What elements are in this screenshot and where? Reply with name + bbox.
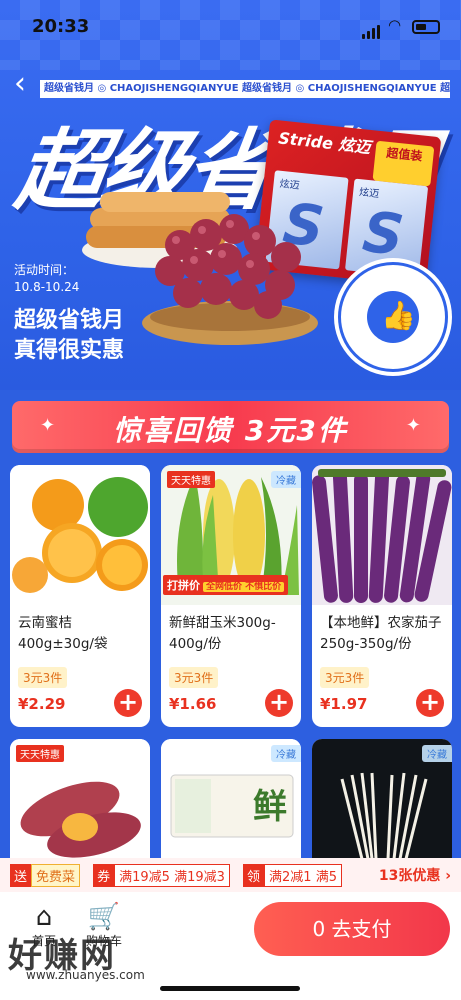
claim-chip: 领满2减1 满5 bbox=[243, 864, 342, 887]
product-card-tofu[interactable]: 冷藏 鲜 bbox=[161, 739, 301, 869]
wifi-icon: ◠ bbox=[388, 16, 402, 34]
product-image-corn: 天天特惠 冷藏 打拼价 全网低价 不惧比价 bbox=[161, 465, 301, 605]
chip-tag: 领 bbox=[243, 864, 265, 887]
product-name: 云南蜜桔400g±30g/袋 bbox=[18, 615, 108, 652]
gum-brand: Stride 炫迈 bbox=[277, 128, 372, 157]
splash-title: 打拼价 bbox=[167, 579, 200, 592]
activity-time: 活动时间： 10.8-10.24 bbox=[14, 262, 79, 296]
product-card-enoki[interactable]: 冷藏 bbox=[312, 739, 452, 869]
coupon-count[interactable]: 13张优惠 › bbox=[374, 865, 451, 885]
thumbs-up-icon: 👍 bbox=[381, 299, 416, 332]
gum-pack-label-left: 炫迈 bbox=[279, 178, 301, 192]
refrigerated-badge: 冷藏 bbox=[422, 745, 452, 762]
promo-badge: 3元3件 bbox=[320, 667, 370, 688]
refrigerated-badge: 冷藏 bbox=[271, 745, 301, 762]
chip-tag: 送 bbox=[10, 864, 32, 887]
product-image-enoki: 冷藏 bbox=[312, 739, 452, 869]
hero-banner: 超级省钱月 ◎ CHAOJISHENGQIANYUE 超级省钱月 ◎ CHAOJ… bbox=[0, 0, 461, 390]
promo-ribbon: ✦ 惊喜回馈 3元3件 ✦ bbox=[12, 401, 449, 453]
gum-pack-logo-right: S bbox=[359, 199, 407, 269]
thumbs-up-seal: 👍 bbox=[338, 262, 448, 372]
fresh-label: 鲜 bbox=[253, 787, 287, 827]
product-price: ¥1.66 bbox=[169, 695, 217, 713]
add-to-cart-button[interactable]: + bbox=[114, 689, 142, 717]
chip-value: 满19减5 满19减3 bbox=[114, 864, 230, 887]
slogan-line-1: 超级省钱月 bbox=[14, 308, 125, 333]
sparkle-icon: ✦ bbox=[405, 415, 421, 436]
status-bar: 20:33 ◠ bbox=[0, 0, 461, 48]
chip-value: 满2减1 满5 bbox=[264, 864, 342, 887]
product-card-sweet-potato[interactable]: 天天特惠 bbox=[10, 739, 150, 869]
hero-ticker: 超级省钱月 ◎ CHAOJISHENGQIANYUE 超级省钱月 ◎ CHAOJ… bbox=[40, 80, 450, 98]
gum-value-tag: 超值装 bbox=[372, 140, 435, 187]
watermark-url: www.zhuanyes.com bbox=[26, 968, 145, 982]
product-price: ¥1.97 bbox=[320, 695, 368, 713]
slogan-line-2: 真得很实惠 bbox=[14, 338, 125, 363]
hero-slogan: 超级省钱月 真得很实惠 bbox=[14, 306, 124, 366]
free-gift-chip: 送免费菜 bbox=[10, 864, 81, 887]
promo-price-splash: 打拼价 全网低价 不惧比价 bbox=[163, 575, 289, 595]
home-indicator bbox=[160, 986, 300, 991]
product-card-tangerine[interactable]: 云南蜜桔400g±30g/袋 3元3件 ¥2.29 + bbox=[10, 465, 150, 727]
daily-deal-badge: 天天特惠 bbox=[167, 471, 215, 488]
coupon-chip: 券满19减5 满19减3 bbox=[93, 864, 230, 887]
add-to-cart-button[interactable]: + bbox=[265, 689, 293, 717]
product-name: 新鲜甜玉米300g-400g/份 bbox=[169, 615, 276, 652]
promo-badge: 3元3件 bbox=[18, 667, 68, 688]
product-image-sweet-potato: 天天特惠 bbox=[10, 739, 150, 869]
product-card-eggplant[interactable]: 【本地鲜】农家茄子250g-350g/份 3元3件 ¥1.97 + bbox=[312, 465, 452, 727]
product-image-tofu: 冷藏 鲜 bbox=[161, 739, 301, 869]
activity-label: 活动时间： bbox=[14, 263, 75, 277]
checkout-button[interactable]: 0 去支付 bbox=[254, 902, 450, 956]
add-to-cart-button[interactable]: + bbox=[416, 689, 444, 717]
promo-ribbon-text: 惊喜回馈 3元3件 bbox=[113, 414, 348, 447]
refrigerated-badge: 冷藏 bbox=[271, 471, 301, 488]
gum-pack-label-right: 炫迈 bbox=[358, 187, 380, 201]
promo-badge: 3元3件 bbox=[169, 667, 219, 688]
status-time: 20:33 bbox=[32, 16, 90, 37]
product-image-eggplant bbox=[312, 465, 452, 605]
product-image-tangerine bbox=[10, 465, 150, 605]
splash-note: 全网低价 不惧比价 bbox=[203, 582, 285, 592]
back-button[interactable]: ‹ bbox=[14, 69, 36, 100]
signal-icon bbox=[362, 20, 382, 39]
product-name: 【本地鲜】农家茄子250g-350g/份 bbox=[320, 615, 442, 652]
battery-icon bbox=[412, 20, 440, 34]
chip-tag: 券 bbox=[93, 864, 115, 887]
product-price: ¥2.29 bbox=[18, 695, 66, 713]
chip-value: 免费菜 bbox=[31, 864, 81, 887]
coupon-strip[interactable]: 送免费菜 券满19减5 满19减3 领满2减1 满5 13张优惠 › bbox=[0, 858, 461, 892]
activity-dates: 10.8-10.24 bbox=[14, 280, 80, 294]
product-card-corn[interactable]: 天天特惠 冷藏 打拼价 全网低价 不惧比价 新鲜甜玉米300g-400g/份 3元… bbox=[161, 465, 301, 727]
daily-deal-badge: 天天特惠 bbox=[16, 745, 64, 762]
grapes-image bbox=[142, 214, 318, 345]
